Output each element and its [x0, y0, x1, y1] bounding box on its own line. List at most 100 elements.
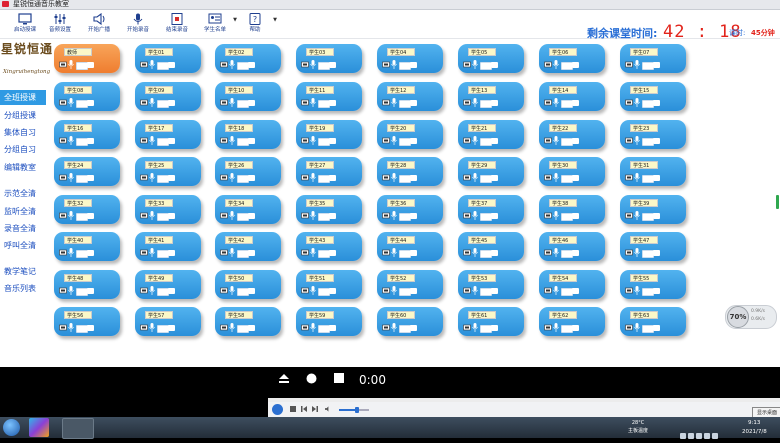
chevron-down-icon[interactable]: ▼	[273, 17, 277, 23]
sidebar-item-clear-call[interactable]: 呼叫全清	[0, 238, 46, 253]
sidebar-item-edit-classroom[interactable]: 编辑教室	[0, 160, 46, 175]
student-seat[interactable]: 学生22	[539, 120, 605, 149]
student-seat[interactable]: 学生27	[296, 157, 362, 186]
student-seat[interactable]: 学生15	[620, 82, 686, 111]
student-seat[interactable]: 学生26	[215, 157, 281, 186]
student-seat[interactable]: 学生11	[296, 82, 362, 111]
student-seat[interactable]: 学生53	[458, 270, 524, 299]
student-seat[interactable]: 学生62	[539, 307, 605, 336]
student-seat[interactable]: 学生06	[539, 44, 605, 73]
volume-knob[interactable]	[355, 407, 359, 413]
stop-icon[interactable]	[334, 373, 344, 383]
start-teaching-button[interactable]: 启动授课	[5, 10, 45, 38]
sidebar-item-group-teaching[interactable]: 分组授课	[0, 108, 46, 123]
student-seat[interactable]: 学生45	[458, 232, 524, 261]
student-seat[interactable]: 学生29	[458, 157, 524, 186]
student-seat[interactable]: 学生02	[215, 44, 281, 73]
sidebar-item-whole-class[interactable]: 全班授课	[0, 90, 46, 105]
sidebar-item-clear-record[interactable]: 录音全清	[0, 221, 46, 236]
student-seat[interactable]: 学生14	[539, 82, 605, 111]
student-seat[interactable]: 学生43	[296, 232, 362, 261]
start-button[interactable]	[3, 419, 20, 436]
student-seat[interactable]: 学生47	[620, 232, 686, 261]
sidebar-item-music-list[interactable]: 音乐列表	[0, 281, 46, 296]
student-seat[interactable]: 学生38	[539, 195, 605, 224]
student-seat[interactable]: 学生46	[539, 232, 605, 261]
volume-slider[interactable]	[339, 407, 369, 413]
student-seat[interactable]: 学生56	[54, 307, 120, 336]
student-seat[interactable]: 学生35	[296, 195, 362, 224]
sidebar-item-clear-monitor[interactable]: 监听全清	[0, 204, 46, 219]
student-seat[interactable]: 学生32	[54, 195, 120, 224]
student-seat[interactable]: 学生63	[620, 307, 686, 336]
student-seat[interactable]: 学生18	[215, 120, 281, 149]
student-seat[interactable]: 学生44	[377, 232, 443, 261]
student-seat[interactable]: 学生58	[215, 307, 281, 336]
sidebar-item-clear-demo[interactable]: 示范全清	[0, 186, 46, 201]
student-seat[interactable]: 学生10	[215, 82, 281, 111]
student-seat[interactable]: 学生52	[377, 270, 443, 299]
volume-icon[interactable]	[325, 406, 331, 412]
tray-icon[interactable]	[704, 433, 710, 439]
audio-settings-button[interactable]: 音频设置	[40, 10, 80, 38]
student-seat[interactable]: 学生59	[296, 307, 362, 336]
student-seat[interactable]: 学生25	[135, 157, 201, 186]
stop-small-icon[interactable]	[290, 406, 296, 412]
clock-date[interactable]: 2021/7/8	[742, 428, 767, 436]
play-icon[interactable]	[272, 404, 283, 415]
stop-recording-button[interactable]: 结束录音	[157, 10, 197, 38]
student-seat[interactable]: 学生20	[377, 120, 443, 149]
student-seat[interactable]: 学生05	[458, 44, 524, 73]
student-seat[interactable]: 学生04	[377, 44, 443, 73]
student-seat[interactable]: 学生24	[54, 157, 120, 186]
student-seat[interactable]: 学生34	[215, 195, 281, 224]
taskbar-app-classroom[interactable]	[62, 418, 94, 439]
student-list-button[interactable]: 学生名单 ▼	[195, 10, 237, 38]
tray-icon[interactable]	[688, 433, 694, 439]
student-seat[interactable]: 学生30	[539, 157, 605, 186]
student-seat[interactable]: 学生07	[620, 44, 686, 73]
clock-time[interactable]: 9:13	[748, 419, 760, 427]
student-seat[interactable]: 学生41	[135, 232, 201, 261]
student-seat[interactable]: 学生37	[458, 195, 524, 224]
student-seat[interactable]: 学生01	[135, 44, 201, 73]
taskbar-app-media[interactable]	[29, 418, 49, 437]
student-seat[interactable]: 学生36	[377, 195, 443, 224]
vertical-scrollbar[interactable]	[776, 195, 779, 209]
student-seat[interactable]: 学生55	[620, 270, 686, 299]
student-seat[interactable]: 学生39	[620, 195, 686, 224]
student-seat[interactable]: 学生12	[377, 82, 443, 111]
student-seat[interactable]: 学生16	[54, 120, 120, 149]
student-seat[interactable]: 学生60	[377, 307, 443, 336]
student-seat[interactable]: 学生54	[539, 270, 605, 299]
student-seat[interactable]: 学生31	[620, 157, 686, 186]
student-seat[interactable]: 学生23	[620, 120, 686, 149]
student-seat[interactable]: 学生13	[458, 82, 524, 111]
student-seat[interactable]: 学生17	[135, 120, 201, 149]
student-seat[interactable]: 学生48	[54, 270, 120, 299]
student-seat[interactable]: 学生57	[135, 307, 201, 336]
next-icon[interactable]	[312, 406, 318, 412]
student-seat[interactable]: 学生61	[458, 307, 524, 336]
student-seat[interactable]: 学生09	[135, 82, 201, 111]
start-recording-button[interactable]: 开始录音	[118, 10, 158, 38]
student-seat[interactable]: 学生50	[215, 270, 281, 299]
record-icon[interactable]	[306, 373, 317, 384]
sidebar-item-collective-study[interactable]: 集体自习	[0, 125, 46, 140]
student-seat[interactable]: 学生28	[377, 157, 443, 186]
student-seat[interactable]: 学生03	[296, 44, 362, 73]
student-seat[interactable]: 学生51	[296, 270, 362, 299]
student-seat[interactable]: 学生08	[54, 82, 120, 111]
start-broadcast-button[interactable]: 开始广播	[79, 10, 119, 38]
network-gauge-widget[interactable]: 70% 0.9K/s 0.6K/s	[725, 305, 777, 329]
eject-icon[interactable]	[278, 373, 290, 384]
student-seat[interactable]: 学生42	[215, 232, 281, 261]
sidebar-item-group-study[interactable]: 分组自习	[0, 142, 46, 157]
tray-icon[interactable]	[712, 433, 718, 439]
student-seat[interactable]: 学生33	[135, 195, 201, 224]
student-seat[interactable]: 学生19	[296, 120, 362, 149]
student-seat[interactable]: 学生40	[54, 232, 120, 261]
previous-icon[interactable]	[301, 406, 307, 412]
tray-icon[interactable]	[680, 433, 686, 439]
sidebar-item-teaching-notes[interactable]: 教学笔记	[0, 264, 46, 279]
